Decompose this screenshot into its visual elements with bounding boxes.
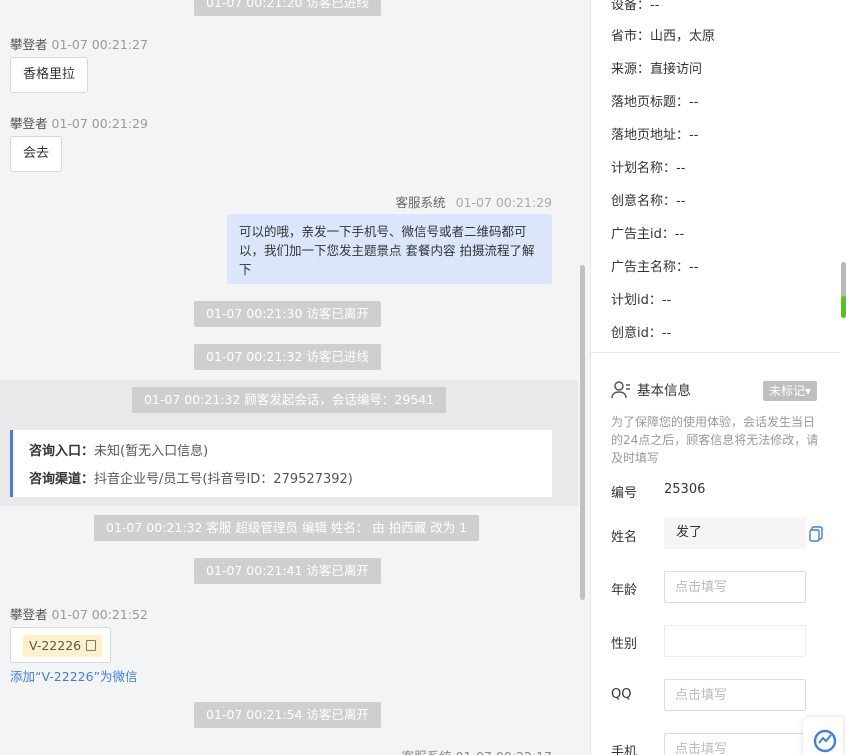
copy-icon[interactable] (86, 640, 97, 651)
chat-scrollbar-thumb[interactable] (580, 265, 585, 600)
info-scrollbar-track[interactable] (839, 0, 846, 755)
qq-label: QQ (611, 687, 632, 702)
customer-info-panel: 设备：-- 省市：山西，太原 来源：直接访问 落地页标题：-- 落地页地址：--… (590, 0, 846, 755)
id-value: 25306 (664, 482, 706, 497)
inquiry-channel-value: 抖音企业号/员工号(抖音号ID：279527392) (94, 472, 353, 487)
wechat-id-text: V-22226 (29, 638, 82, 653)
system-pill-visitor-entered: 01-07 00:21:20 访客已进线 (194, 0, 381, 16)
info-creative-name: 创意名称：-- (611, 194, 686, 209)
system-pill-visitor-left: 01-07 00:21:54 访客已离开 (194, 702, 381, 728)
edit-tip-text: 为了保障您的使用体验，会话发生当日的24点之后，顾客信息将无法修改，请及时填写 (611, 415, 819, 465)
id-label: 编号 (611, 486, 638, 501)
tag-dropdown[interactable]: 未标记▾ (763, 381, 818, 401)
agent-message-bubble[interactable]: 可以的哦，亲发一下手机号、微信号或者二维码都可以，我们加一下您发主题景点 套餐内… (227, 214, 552, 284)
phone-label: 手机 (611, 745, 638, 755)
system-pill-session-started: 01-07 00:21:32 顾客发起会话，会话编号：29541 (132, 387, 447, 413)
system-pill-visitor-left: 01-07 00:21:41 访客已离开 (194, 558, 381, 584)
inquiry-channel-row: 咨询渠道：抖音企业号/员工号(抖音号ID：279527392) (29, 466, 536, 494)
inquiry-channel-label: 咨询渠道： (29, 472, 95, 487)
sender-name: 攀登者 (10, 37, 48, 52)
copy-icon[interactable] (809, 526, 823, 542)
agent-message-header-partial: 客服系统 01-07 00:22:17 (402, 746, 552, 755)
info-advertiser-name: 广告主名称：-- (611, 260, 699, 275)
sender-name: 攀登者 (10, 607, 48, 622)
support-icon (813, 729, 837, 753)
system-pill-visitor-left: 01-07 00:21:30 访客已离开 (194, 301, 381, 327)
message-sender-header: 攀登者 01-07 00:21:27 (10, 34, 148, 53)
scroll-indicator (841, 296, 846, 318)
system-pill-visitor-entered: 01-07 00:21:32 访客已进线 (194, 344, 381, 370)
section-divider (591, 352, 846, 353)
info-landing-url: 落地页地址：-- (611, 128, 699, 143)
basic-info-title: 基本信息 (637, 383, 691, 399)
info-source: 来源：直接访问 (611, 62, 703, 77)
message-time: 01-07 00:21:27 (51, 37, 148, 52)
name-label: 姓名 (611, 530, 638, 545)
add-wechat-link[interactable]: 添加“V-22226”为微信 (10, 666, 138, 685)
info-plan-id: 计划id：-- (611, 293, 672, 308)
info-advertiser-id: 广告主id：-- (611, 227, 685, 242)
support-widget-button[interactable] (803, 717, 843, 755)
chat-panel: 01-07 00:21:20 访客已进线 攀登者 01-07 00:21:27 香… (0, 0, 590, 755)
info-device: 设备：-- (611, 0, 660, 13)
inquiry-entry-row: 咨询入口：未知(暂无入口信息) (29, 438, 536, 466)
inquiry-entry-label: 咨询入口： (29, 444, 95, 459)
age-label: 年龄 (611, 583, 638, 598)
info-plan-name: 计划名称：-- (611, 161, 686, 176)
info-landing-title: 落地页标题：-- (611, 95, 699, 110)
message-time: 01-07 00:21:29 (51, 116, 148, 131)
agent-message-header: 客服系统 01-07 00:21:29 (396, 192, 552, 211)
agent-name: 客服系统 (395, 195, 446, 210)
inquiry-entry-value: 未知(暂无入口信息) (94, 444, 209, 459)
visitor-message-bubble[interactable]: 香格里拉 (10, 57, 89, 93)
gender-select[interactable] (664, 625, 806, 657)
phone-input[interactable] (664, 733, 806, 755)
inquiry-info-card: 咨询入口：未知(暂无入口信息) 咨询渠道：抖音企业号/员工号(抖音号ID：279… (10, 430, 552, 497)
message-time: 01-07 00:21:52 (51, 607, 148, 622)
qq-input[interactable] (664, 679, 806, 711)
wechat-id-tag[interactable]: V-22226 (23, 635, 103, 657)
message-time: 01-07 00:21:29 (455, 195, 552, 210)
info-province: 省市：山西，太原 (611, 29, 716, 44)
info-creative-id: 创意id：-- (611, 326, 672, 341)
basic-info-header: 基本信息 (611, 380, 691, 400)
gender-label: 性别 (611, 637, 638, 652)
visitor-message-bubble[interactable]: 会去 (10, 136, 63, 172)
system-pill-edit-log: 01-07 00:21:32 客服 超级管理员 编辑 姓名： 由 拍西藏 改为 … (94, 515, 480, 541)
message-sender-header: 攀登者 01-07 00:21:29 (10, 113, 148, 132)
message-sender-header: 攀登者 01-07 00:21:52 (10, 604, 148, 623)
age-input[interactable] (664, 571, 806, 603)
user-icon (611, 381, 630, 399)
visitor-message-bubble[interactable]: V-22226 (10, 627, 111, 663)
name-field[interactable]: 发了 (664, 517, 806, 549)
sender-name: 攀登者 (10, 116, 48, 131)
